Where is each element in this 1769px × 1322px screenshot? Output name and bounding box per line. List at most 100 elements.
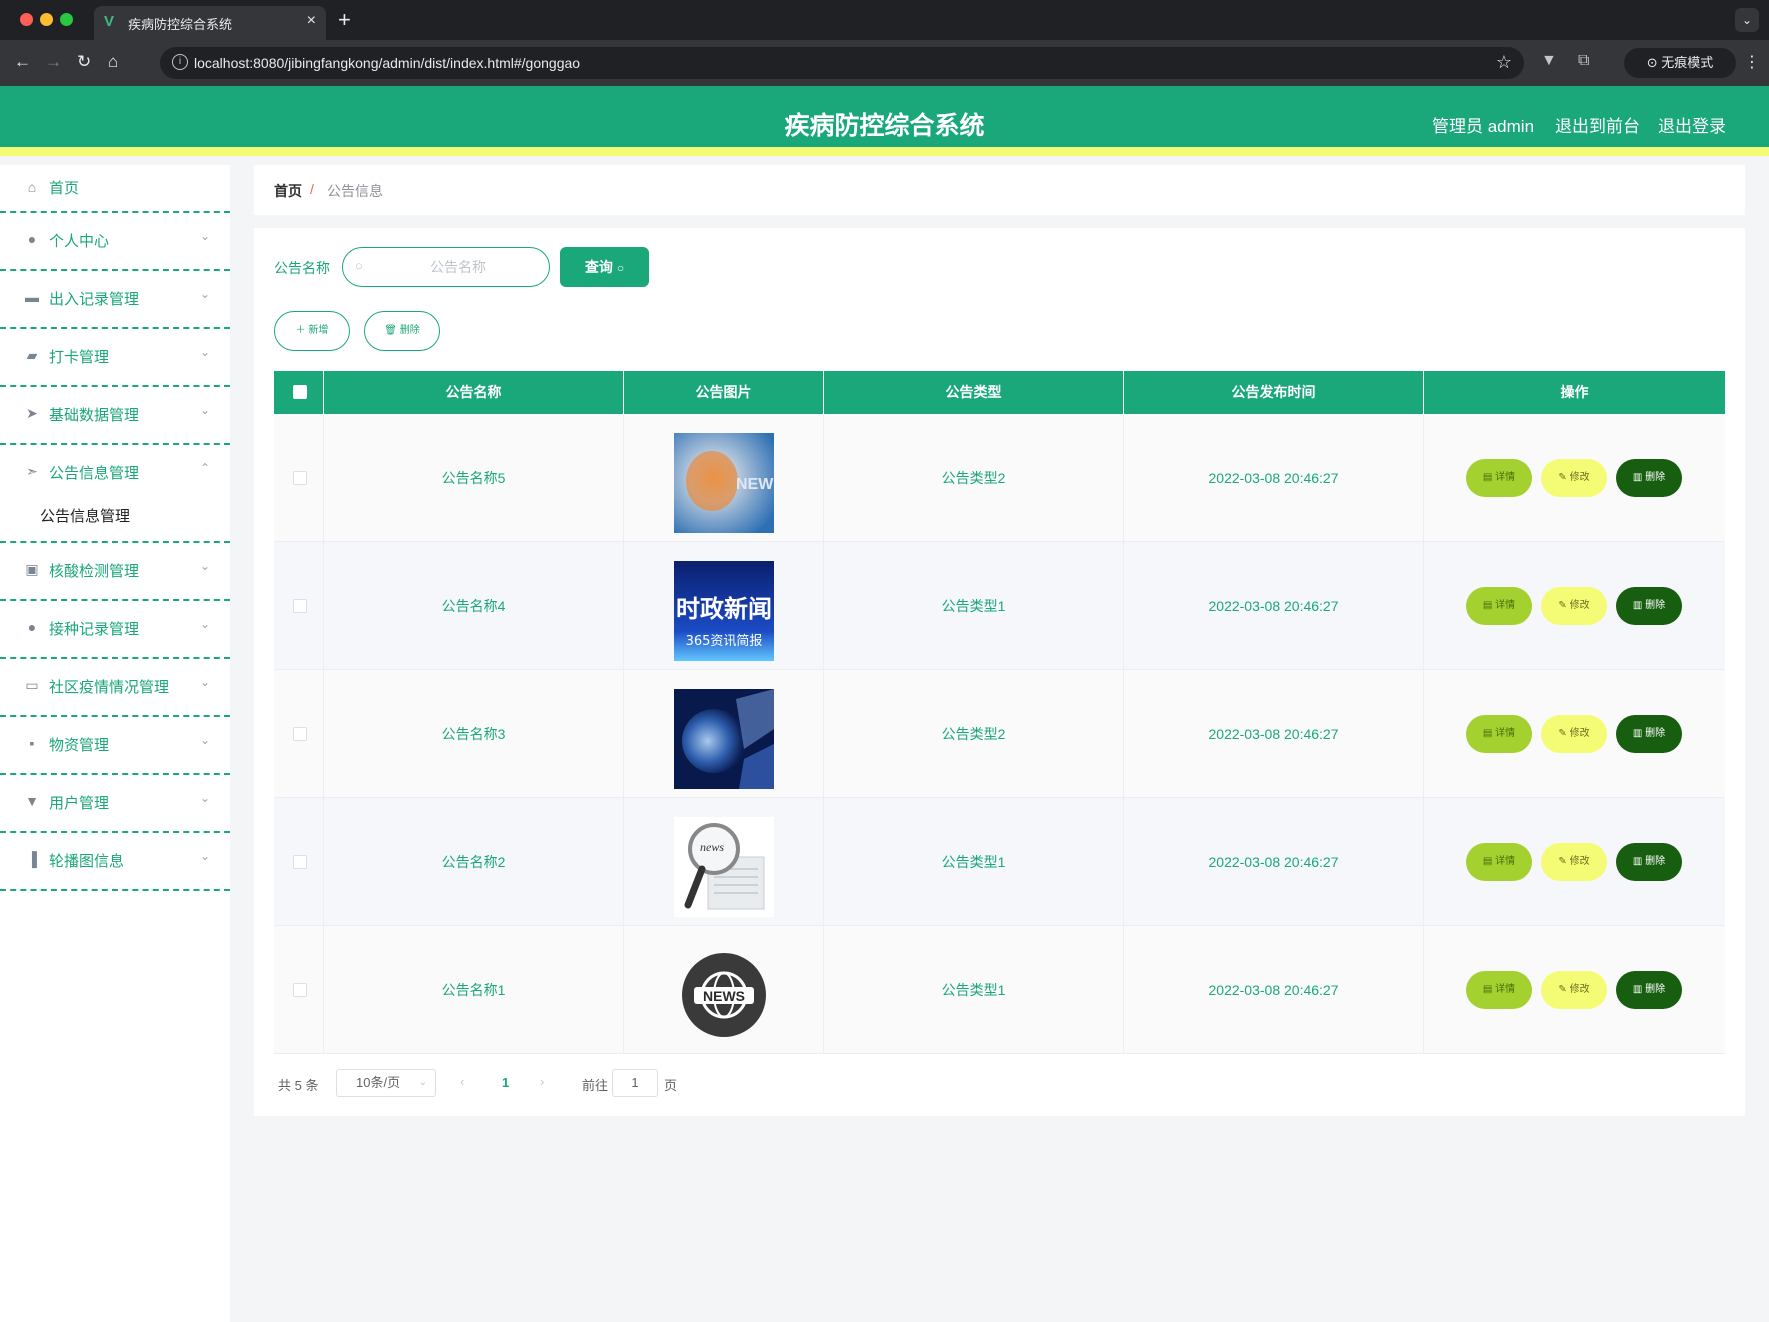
- prev-page-button[interactable]: ‹: [460, 1074, 464, 1089]
- add-button[interactable]: ＋ 新增: [274, 311, 350, 351]
- sidebar-item-supplies[interactable]: ▪ 物资管理 ⌄: [0, 717, 230, 775]
- notice-time-cell: 2022-03-08 20:46:27: [1124, 798, 1424, 926]
- sidebar-item-label: 用户管理: [49, 795, 110, 812]
- select-all-cell: [274, 371, 324, 414]
- site-info-icon[interactable]: i: [172, 54, 188, 70]
- sidebar-item-access-records[interactable]: ▬ 出入记录管理 ⌄: [0, 271, 230, 329]
- edit-button[interactable]: ✎ 修改: [1541, 459, 1607, 497]
- chevron-down-icon: ⌄: [418, 1077, 427, 1088]
- detail-button[interactable]: ▤ 详情: [1466, 459, 1532, 497]
- sidebar-item-label: 基础数据管理: [49, 407, 140, 424]
- bookmark-star-icon[interactable]: ☆: [1496, 52, 1512, 73]
- notice-image-cell: news: [624, 798, 824, 926]
- sidebar-item-carousel[interactable]: ▐ 轮播图信息 ⌄: [0, 833, 230, 891]
- home-icon[interactable]: ⌂: [108, 52, 118, 72]
- vue-favicon-icon: V: [104, 13, 115, 30]
- edit-button[interactable]: ✎ 修改: [1541, 971, 1607, 1009]
- table-row: 公告名称5 NEWS 公告类型2 2022-03-08 20:46:27 ▤ 详…: [274, 414, 1725, 542]
- logout-link[interactable]: 退出登录: [1658, 112, 1726, 137]
- breadcrumb: 首页 / 公告信息: [254, 165, 1745, 215]
- delete-label: 删除: [1645, 728, 1666, 739]
- sidebar-item-label: 出入记录管理: [49, 291, 140, 308]
- sidebar-item-basic-data[interactable]: ➤ 基础数据管理 ⌄: [0, 387, 230, 445]
- sidebar-item-home[interactable]: ⌂ 首页: [0, 165, 230, 213]
- forward-icon[interactable]: →: [45, 52, 62, 72]
- detail-button[interactable]: ▤ 详情: [1466, 843, 1532, 881]
- chevron-down-icon: ⌄: [199, 229, 210, 243]
- tab-search-button[interactable]: ⌄: [1735, 8, 1759, 32]
- row-checkbox[interactable]: [293, 599, 307, 613]
- browser-menu-icon[interactable]: ⋮: [1744, 52, 1760, 72]
- query-button[interactable]: 查询 ○: [560, 247, 649, 287]
- pencil-icon: ✎: [1558, 984, 1570, 995]
- back-icon[interactable]: ←: [14, 52, 31, 72]
- sidebar-item-checkin[interactable]: ▰ 打卡管理 ⌄: [0, 329, 230, 387]
- page-number[interactable]: 1: [502, 1075, 509, 1090]
- page-suffix: 页: [664, 1078, 678, 1093]
- delete-label: 删除: [1645, 984, 1666, 995]
- tab-title: 疾病防控综合系统: [128, 17, 233, 32]
- delete-button[interactable]: ▥ 删除: [1616, 971, 1682, 1009]
- sidebar-item-personal-center[interactable]: ● 个人中心 ⌄: [0, 213, 230, 271]
- edit-button[interactable]: ✎ 修改: [1541, 715, 1607, 753]
- search-field[interactable]: ○: [342, 247, 550, 287]
- window-close-button[interactable]: [20, 13, 33, 26]
- detail-label: 详情: [1495, 984, 1516, 995]
- vue-devtools-icon[interactable]: ▼: [1541, 52, 1557, 70]
- chevron-down-icon: ⌄: [199, 791, 210, 805]
- window-zoom-button[interactable]: [60, 13, 73, 26]
- row-checkbox[interactable]: [293, 471, 307, 485]
- sidebar-item-vaccination[interactable]: ● 接种记录管理 ⌄: [0, 601, 230, 659]
- delete-button[interactable]: ▥ 删除: [1616, 459, 1682, 497]
- breadcrumb-home[interactable]: 首页: [274, 181, 302, 201]
- search-input[interactable]: [373, 256, 543, 278]
- sidebar-item-nucleic-test[interactable]: ▣ 核酸检测管理 ⌄: [0, 543, 230, 601]
- document-icon: ▤: [1482, 856, 1496, 867]
- incognito-badge[interactable]: ⊙ 无痕模式: [1624, 48, 1736, 78]
- batch-delete-button[interactable]: 🗑 删除: [364, 311, 440, 351]
- trash-icon: ▥: [1632, 984, 1646, 995]
- delete-button[interactable]: ▥ 删除: [1616, 715, 1682, 753]
- row-select-cell: [274, 414, 324, 542]
- sidebar-item-label: 接种记录管理: [49, 621, 140, 638]
- notice-time-cell: 2022-03-08 20:46:27: [1124, 414, 1424, 542]
- page-size-value: 10条/页: [356, 1075, 401, 1090]
- extensions-icon[interactable]: ⧉: [1578, 52, 1589, 70]
- delete-button[interactable]: ▥ 删除: [1616, 587, 1682, 625]
- submenu-item-notice-management[interactable]: 公告信息管理: [0, 491, 230, 543]
- detail-button[interactable]: ▤ 详情: [1466, 715, 1532, 753]
- news-badge-image: NEWS: [674, 945, 774, 1045]
- page-size-select[interactable]: 10条/页 ⌄: [336, 1069, 436, 1097]
- reload-icon[interactable]: ↻: [77, 52, 91, 72]
- url-text[interactable]: localhost:8080/jibingfangkong/admin/dist…: [194, 55, 580, 71]
- edit-label: 修改: [1569, 472, 1590, 483]
- select-all-checkbox[interactable]: [293, 385, 307, 399]
- edit-label: 修改: [1569, 600, 1590, 611]
- table-row: 公告名称1 NEWS 公告类型1 2022-03-08 20:46:27 ▤ 详…: [274, 926, 1725, 1054]
- delete-button[interactable]: ▥ 删除: [1616, 843, 1682, 881]
- new-tab-button[interactable]: +: [338, 7, 351, 33]
- edit-button[interactable]: ✎ 修改: [1541, 843, 1607, 881]
- browser-tab[interactable]: V 疾病防控综合系统 ×: [94, 6, 326, 40]
- sidebar: ⌂ 首页 ● 个人中心 ⌄ ▬ 出入记录管理 ⌄ ▰ 打卡管理 ⌄ ➤ 基础数据…: [0, 165, 230, 1322]
- goto-page-input[interactable]: 1: [612, 1069, 658, 1097]
- detail-button[interactable]: ▤ 详情: [1466, 971, 1532, 1009]
- sidebar-item-users[interactable]: ▼ 用户管理 ⌄: [0, 775, 230, 833]
- detail-button[interactable]: ▤ 详情: [1466, 587, 1532, 625]
- thumb-text: news: [700, 840, 724, 854]
- column-header-type: 公告类型: [824, 371, 1124, 414]
- edit-button[interactable]: ✎ 修改: [1541, 587, 1607, 625]
- row-checkbox[interactable]: [293, 983, 307, 997]
- row-checkbox[interactable]: [293, 855, 307, 869]
- delete-label: 删除: [1645, 600, 1666, 611]
- row-select-cell: [274, 926, 324, 1054]
- window-minimize-button[interactable]: [40, 13, 53, 26]
- goto-label: 前往: [582, 1078, 609, 1093]
- actions-cell: ▤ 详情 ✎ 修改 ▥ 删除: [1424, 670, 1725, 798]
- row-checkbox[interactable]: [293, 727, 307, 741]
- exit-to-front-link[interactable]: 退出到前台: [1555, 112, 1640, 137]
- address-bar[interactable]: i localhost:8080/jibingfangkong/admin/di…: [160, 47, 1524, 79]
- next-page-button[interactable]: ›: [540, 1074, 544, 1089]
- tab-close-icon[interactable]: ×: [307, 12, 316, 30]
- sidebar-item-community-epidemic[interactable]: ▭ 社区疫情情况管理 ⌄: [0, 659, 230, 717]
